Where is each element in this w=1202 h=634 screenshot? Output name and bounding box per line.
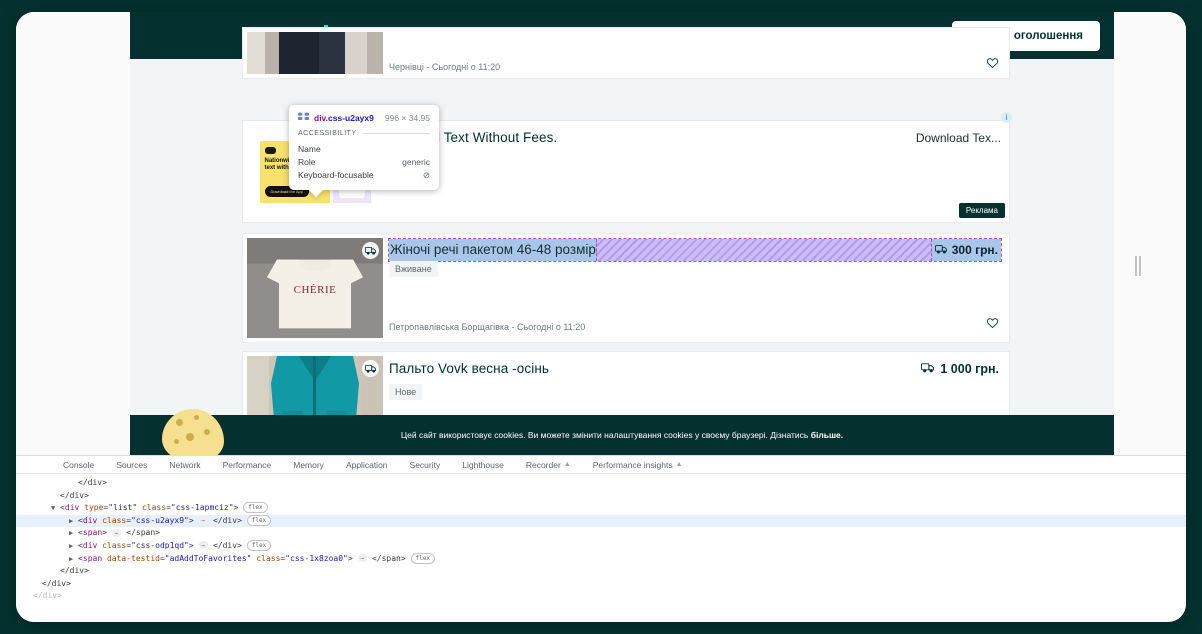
flex-badge-icon xyxy=(298,112,309,123)
dom-node[interactable]: ▼ <div type="list" class="css-1apmciz"> … xyxy=(16,502,1186,515)
tooltip-section-title: ACCESSIBILITY xyxy=(298,130,357,137)
listings-container: Чернівці - Сьогодні о 11:20 i xyxy=(130,59,1114,455)
devtools-tab-performance-insights[interactable]: Performance insights▲ xyxy=(582,460,694,470)
devtools-tab-label: Recorder xyxy=(526,460,561,470)
devtools-tabs: Console Sources Network Performance Memory Ap… xyxy=(16,456,1186,474)
dom-node[interactable]: </div> xyxy=(16,578,1186,591)
dom-node[interactable]: ▶ <span> … </span> xyxy=(16,527,1186,540)
listing-location: Чернівці - Сьогодні о 11:20 xyxy=(389,62,500,72)
tooltip-key: Keyboard-focusable xyxy=(298,170,374,181)
info-icon[interactable]: i xyxy=(1001,112,1012,123)
listing-card-highlighted[interactable]: CHÉRIE Жіночі реч xyxy=(242,233,1010,343)
devtools-inspect-tooltip: div.css-u2ayx9 996 × 34.95 ACCESSIBILITY… xyxy=(289,105,439,190)
page-gutter-right xyxy=(1114,12,1186,455)
listing-location: Петропавлівська Борщагівка - Сьогодні о … xyxy=(389,322,585,332)
devtools-tab-label: Network xyxy=(169,460,200,470)
listing-title[interactable]: Пальто Vovk весна -осінь xyxy=(389,352,999,376)
warning-icon: ▲ xyxy=(564,461,571,468)
devtools-tab-network[interactable]: Network xyxy=(158,460,211,470)
favorite-button[interactable] xyxy=(986,56,999,74)
tooltip-selector: div.css-u2ayx9 xyxy=(314,113,374,123)
devtools-tab-security[interactable]: Security xyxy=(399,460,452,470)
dom-node[interactable]: </div> xyxy=(16,477,1186,490)
devtools-tab-memory[interactable]: Memory xyxy=(282,460,335,470)
ad-title[interactable]: Talk and Text Without Fees. xyxy=(389,121,999,145)
tooltip-section-accessibility: ACCESSIBILITY xyxy=(298,130,430,137)
tooltip-selector-class: css-u2ayx9 xyxy=(328,113,374,123)
tooltip-key: Role xyxy=(298,157,315,167)
cookie-text-main: Цей сайт використовує cookies. Ви можете… xyxy=(401,430,811,440)
tooltip-row-keyboard-focusable: Keyboard-focusable ⊘ xyxy=(298,168,430,182)
devtools-tab-label: Performance xyxy=(223,460,272,470)
listing-body: Чернівці - Сьогодні о 11:20 xyxy=(389,28,999,78)
devtools-tab-label: Performance insights xyxy=(593,460,673,470)
listing-card-partial[interactable]: Чернівці - Сьогодні о 11:20 xyxy=(242,27,1010,79)
listing-body: Вживане Петропавлівська Борщагівка - Сьо… xyxy=(389,234,999,342)
devtools-tab-recorder[interactable]: Recorder▲ xyxy=(515,460,582,470)
ad-cta-text[interactable]: Download Tex... xyxy=(916,131,1001,145)
tooltip-header: div.css-u2ayx9 996 × 34.95 xyxy=(298,112,430,123)
devtools-tab-console[interactable]: Console xyxy=(52,460,105,470)
listing-condition-badge: Нове xyxy=(389,384,422,400)
tooltip-row-name: Name xyxy=(298,142,430,155)
dom-node-selected[interactable]: ▶ <div class="css-u2ayx9"> … </div> flex xyxy=(16,515,1186,528)
devtools-tab-performance[interactable]: Performance xyxy=(212,460,283,470)
favorite-button[interactable] xyxy=(986,316,999,334)
tooltip-value: ⊘ xyxy=(423,170,430,181)
ad-label-badge: Реклама xyxy=(959,203,1005,218)
cookie-learn-more-link[interactable]: більше. xyxy=(811,430,843,440)
delivery-truck-icon xyxy=(362,360,379,377)
dom-node[interactable]: </div> xyxy=(16,490,1186,503)
delivery-truck-icon xyxy=(921,362,934,376)
resize-handle[interactable] xyxy=(1134,255,1142,277)
page-gutter-left xyxy=(16,12,130,455)
olx-site: o x Повідомлення Укр | xyxy=(130,12,1114,455)
handle-line xyxy=(1135,256,1137,276)
handle-line xyxy=(1139,256,1141,276)
dom-node[interactable]: </div> xyxy=(16,565,1186,578)
devtools-tab-label: Lighthouse xyxy=(462,460,504,470)
listing-condition-badge: Вживане xyxy=(389,261,438,277)
devtools-tab-label: Memory xyxy=(293,460,324,470)
dom-node[interactable]: ▶ <div class="css-odp1qd"> … </div> flex xyxy=(16,540,1186,553)
tooltip-value: generic xyxy=(402,157,430,167)
devtools-tab-application[interactable]: Application xyxy=(335,460,399,470)
devtools-tab-sources[interactable]: Sources xyxy=(105,460,158,470)
listing-price: 1 000 грн. xyxy=(921,362,999,376)
ad-body: Talk and Text Without Fees. xyxy=(389,121,999,222)
devtools-tab-label: Console xyxy=(63,460,94,470)
tooltip-section-divider xyxy=(363,133,430,134)
listing-thumbnail[interactable]: CHÉRIE xyxy=(247,238,383,338)
ad-logo-icon xyxy=(265,147,276,154)
warning-icon: ▲ xyxy=(676,461,683,468)
listing-price-label: 1 000 грн. xyxy=(940,362,999,376)
devtools-tab-label: Application xyxy=(346,460,388,470)
dom-node[interactable]: ▶ <span data-testid="adAddToFavorites" c… xyxy=(16,553,1186,566)
cookie-icon xyxy=(162,409,224,455)
svg-text:CHÉRIE: CHÉRIE xyxy=(294,284,337,296)
devtools-dom-tree[interactable]: </div></div>▼ <div type="list" class="cs… xyxy=(16,475,1186,622)
devtools-panel: Console Sources Network Performance Memory Ap… xyxy=(16,455,1186,622)
devtools-tab-label: Security xyxy=(410,460,441,470)
page-viewport: o x Повідомлення Укр | xyxy=(16,12,1186,455)
tooltip-dimensions: 996 × 34.95 xyxy=(385,113,430,123)
tooltip-selector-tag: div. xyxy=(314,113,328,123)
listing-thumbnail[interactable] xyxy=(247,32,383,74)
delivery-truck-icon xyxy=(362,242,379,259)
tooltip-row-role: Role generic xyxy=(298,155,430,168)
devtools-tab-lighthouse[interactable]: Lighthouse xyxy=(451,460,515,470)
tooltip-key: Name xyxy=(298,144,321,154)
dom-node[interactable]: </div> xyxy=(16,590,1186,603)
cookie-banner: Цей сайт використовує cookies. Ви можете… xyxy=(130,415,1114,455)
browser-window: o x Повідомлення Укр | xyxy=(16,12,1186,622)
devtools-tab-label: Sources xyxy=(116,460,147,470)
cookie-banner-text: Цей сайт використовує cookies. Ви можете… xyxy=(401,430,843,440)
